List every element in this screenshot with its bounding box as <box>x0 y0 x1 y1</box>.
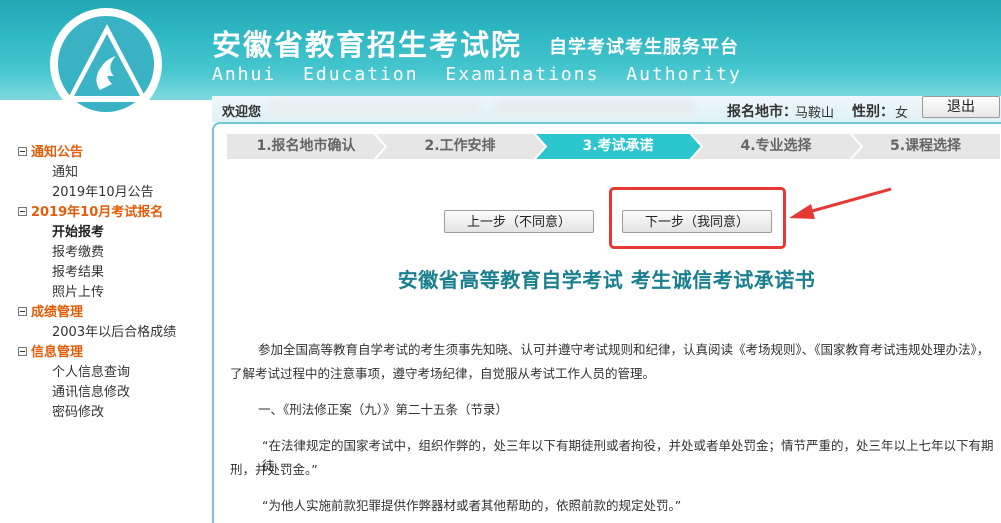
collapse-icon <box>18 307 27 316</box>
sidebar-item-photo-upload[interactable]: 照片上传 <box>52 281 104 300</box>
site-title: 安徽省教育招生考试院 <box>212 28 523 62</box>
step-1: 1.报名地市确认 <box>226 133 386 160</box>
quote-1-line-1: “在法律规定的国家考试中，组织作弊的，处三年以下有期徒刑或者拘役，并处或者单处罚… <box>262 438 994 473</box>
sidebar-item-qualified-scores[interactable]: 2003年以后合格成绩 <box>52 321 176 340</box>
paragraph-1-line-2: 了解考试过程中的注意事项，遵守考场纪律，自觉服从考试工作人员的管理。 <box>230 366 656 381</box>
logout-button[interactable]: 退出 <box>922 96 1000 118</box>
sidebar-item-password[interactable]: 密码修改 <box>52 401 104 420</box>
collapse-icon <box>18 207 27 216</box>
sidebar-item-announcement[interactable]: 2019年10月公告 <box>52 181 154 200</box>
gender-label: 性别： <box>852 104 894 120</box>
sidebar-group-info[interactable]: 信息管理 <box>18 341 83 360</box>
location-value: 马鞍山 <box>795 106 835 121</box>
sidebar-group-scores[interactable]: 成绩管理 <box>18 301 83 320</box>
quote-2: “为他人实施前款犯罪提供作弊器材或者其他帮助的，依照前款的规定处罚。” <box>262 498 682 513</box>
site-english-title: Anhui Education Examinations Authority <box>212 64 742 85</box>
gender-value: 女 <box>895 106 909 121</box>
sidebar-group-registration[interactable]: 2019年10月考试报名 <box>18 201 163 220</box>
sidebar-item-contact-edit[interactable]: 通讯信息修改 <box>52 381 130 400</box>
sidebar-item-personal-info[interactable]: 个人信息查询 <box>52 361 130 380</box>
step-5: 5.课程选择 <box>850 133 1001 160</box>
step-4: 4.专业选择 <box>690 133 862 160</box>
step-2: 2.工作安排 <box>374 133 546 160</box>
sidebar-item-payment[interactable]: 报考缴费 <box>52 241 104 260</box>
sidebar-item-results[interactable]: 报考结果 <box>52 261 104 280</box>
highlight-box <box>609 187 786 249</box>
step-3: 3.考试承诺 <box>534 133 702 160</box>
annotation-arrow-icon <box>789 187 892 219</box>
sidebar-item-start-registration[interactable]: 开始报考 <box>52 221 104 240</box>
collapse-icon <box>18 147 27 156</box>
redacted-id <box>495 100 695 116</box>
sidebar-item-notice[interactable]: 通知 <box>52 161 78 180</box>
prev-step-button[interactable]: 上一步（不同意） <box>444 210 594 233</box>
sidebar-group-notices[interactable]: 通知公告 <box>18 141 83 160</box>
document-title: 安徽省高等教育自学考试 考生诚信考试承诺书 <box>397 268 816 292</box>
collapse-icon <box>18 347 27 356</box>
quote-1-line-2: 刑，并处罚金。” <box>230 462 318 477</box>
location-label: 报名地市： <box>727 104 797 120</box>
paragraph-1-line-1: 参加全国高等教育自学考试的考生须事先知晓、认可并遵守考试规则和纪律，认真阅读《考… <box>258 342 990 357</box>
welcome-label: 欢迎您 <box>222 105 262 120</box>
site-subtitle: 自学考试考生服务平台 <box>549 37 739 58</box>
redacted-name <box>270 100 480 116</box>
section-heading-1: 一、《刑法修正案（九）》第二十五条（节录） <box>258 402 509 417</box>
logo-icon <box>66 24 148 102</box>
